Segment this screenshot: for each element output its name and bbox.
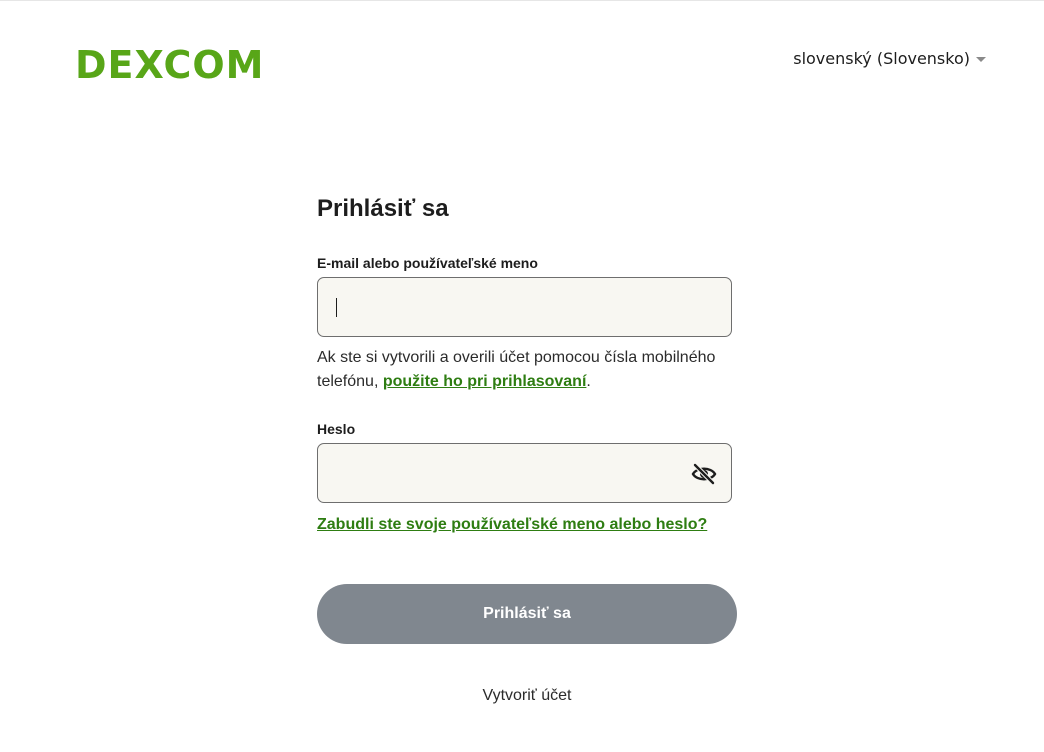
chevron-down-icon: [976, 56, 986, 62]
login-form: Prihlásiť sa E-mail alebo používateľské …: [317, 193, 737, 705]
language-selector[interactable]: slovenský (Slovensko): [793, 49, 986, 68]
sign-in-button[interactable]: Prihlásiť sa: [317, 584, 737, 644]
page-title: Prihlásiť sa: [317, 195, 449, 222]
create-account-link[interactable]: Vytvoriť účet: [317, 687, 737, 705]
phone-login-link[interactable]: použite ho pri prihlasovaní: [383, 373, 587, 390]
forgot-credentials-link[interactable]: Zabudli ste svoje používateľské meno ale…: [317, 516, 707, 533]
help-text-end: .: [586, 373, 591, 390]
login-page: DEXCOM slovenský (Slovensko) Prihlásiť s…: [0, 0, 1044, 752]
language-label: slovenský (Slovensko): [793, 49, 970, 68]
eye-slash-icon[interactable]: [691, 462, 717, 486]
password-label: Heslo: [317, 421, 356, 437]
dexcom-logo[interactable]: DEXCOM: [75, 43, 264, 87]
username-input[interactable]: [317, 277, 732, 337]
forgot-credentials-row: Zabudli ste svoje používateľské meno ale…: [317, 514, 737, 536]
password-input[interactable]: [317, 443, 732, 503]
phone-login-help: Ak ste si vytvorili a overili účet pomoc…: [317, 346, 732, 394]
username-label: E-mail alebo používateľské meno: [317, 255, 538, 271]
text-cursor: [336, 298, 337, 317]
